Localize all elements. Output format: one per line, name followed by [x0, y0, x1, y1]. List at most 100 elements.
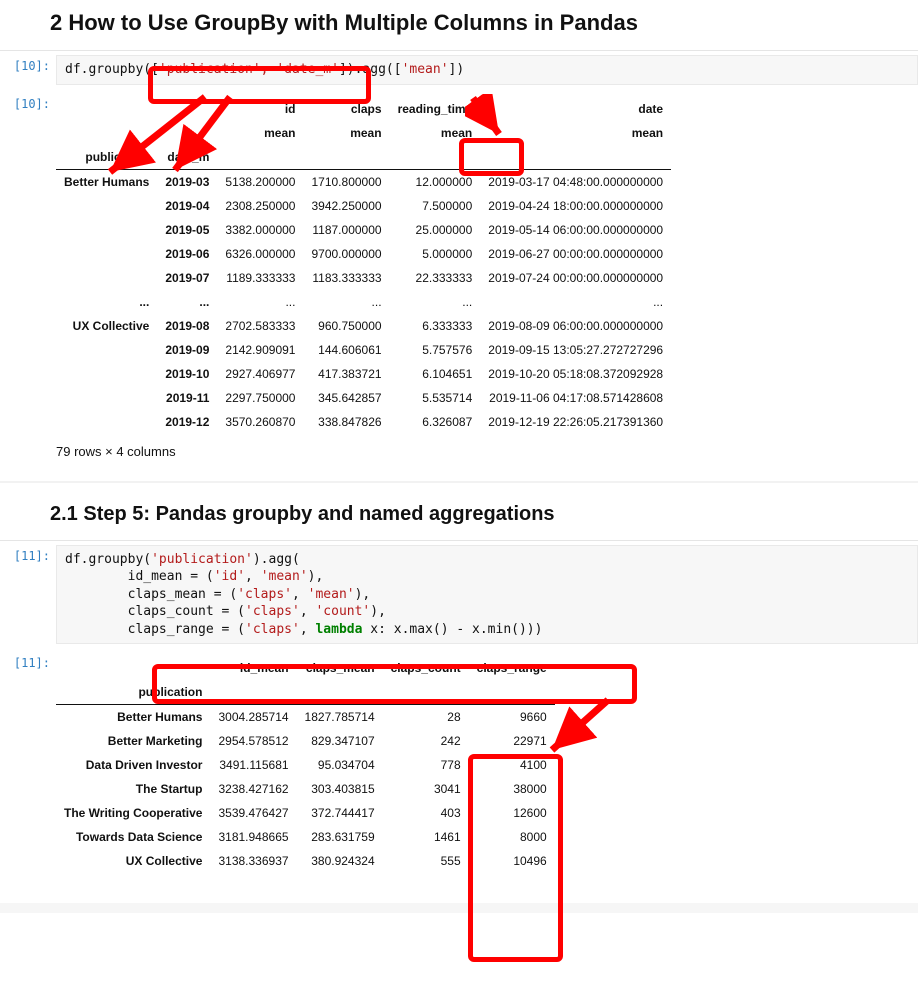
code-string: 'mean' — [308, 587, 355, 602]
cell: 22971 — [469, 729, 555, 753]
row-index: 2019-03 — [157, 169, 217, 194]
cell: 3181.948665 — [210, 825, 296, 849]
cell: 829.347107 — [297, 729, 383, 753]
code-string: 'claps' — [245, 604, 300, 619]
code-text: ]) — [449, 62, 465, 77]
cell: 778 — [383, 753, 469, 777]
section-heading: 2 How to Use GroupBy with Multiple Colum… — [50, 10, 918, 36]
cell: 960.750000 — [303, 314, 389, 338]
col-header: id — [217, 97, 303, 121]
cell: 144.606061 — [303, 338, 389, 362]
code-string: 'publication', 'date_m' — [159, 62, 339, 77]
row-index: Data Driven Investor — [56, 753, 210, 777]
cell: 1710.800000 — [303, 169, 389, 194]
cell: 555 — [383, 849, 469, 873]
code-block[interactable]: df.groupby(['publication', 'date_m']).ag… — [56, 55, 918, 85]
cell: 4100 — [469, 753, 555, 777]
cell: 372.744417 — [297, 801, 383, 825]
cell: 2308.250000 — [217, 194, 303, 218]
cell: 8000 — [469, 825, 555, 849]
ellipsis: ... — [303, 290, 389, 314]
row-index: Better Humans — [56, 705, 210, 730]
col-header: claps_range — [469, 656, 555, 680]
code-block[interactable]: df.groupby('publication').agg( id_mean =… — [56, 545, 918, 645]
cell: 2019-04-24 18:00:00.000000000 — [480, 194, 671, 218]
col-subheader: mean — [303, 121, 389, 145]
code-text: df.groupby( — [65, 552, 151, 567]
col-header: id_mean — [210, 656, 296, 680]
row-index — [56, 218, 157, 242]
cell: 28 — [383, 705, 469, 730]
cell: 3491.115681 — [210, 753, 296, 777]
index-header: date_m — [157, 145, 217, 170]
col-subheader: mean — [390, 121, 481, 145]
cell: 2927.406977 — [217, 362, 303, 386]
cell: 3942.250000 — [303, 194, 389, 218]
code-string: 'claps' — [245, 622, 300, 637]
cell: 2019-06-27 00:00:00.000000000 — [480, 242, 671, 266]
divider — [0, 903, 918, 913]
ellipsis: ... — [157, 290, 217, 314]
row-index — [56, 362, 157, 386]
dataframe-table: id_mean claps_mean claps_count claps_ran… — [56, 656, 555, 873]
ellipsis: ... — [480, 290, 671, 314]
code-string: 'claps' — [237, 587, 292, 602]
cell: 2019-08-09 06:00:00.000000000 — [480, 314, 671, 338]
cell: 338.847826 — [303, 410, 389, 434]
col-header — [157, 97, 217, 121]
cell: 3539.476427 — [210, 801, 296, 825]
cell: 3004.285714 — [210, 705, 296, 730]
row-index: 2019-10 — [157, 362, 217, 386]
row-index: 2019-11 — [157, 386, 217, 410]
cell: 2954.578512 — [210, 729, 296, 753]
col-subheader — [56, 121, 157, 145]
code-text: ), — [355, 587, 371, 602]
shape-note: 79 rows × 4 columns — [56, 444, 918, 459]
row-index: 2019-09 — [157, 338, 217, 362]
row-index: UX Collective — [56, 314, 157, 338]
code-text: , — [300, 604, 316, 619]
col-subheader — [157, 121, 217, 145]
cell: 1187.000000 — [303, 218, 389, 242]
code-text: ]).agg([ — [339, 62, 402, 77]
cell: 2019-10-20 05:18:08.372092928 — [480, 362, 671, 386]
ellipsis: ... — [390, 290, 481, 314]
code-string: 'mean' — [261, 569, 308, 584]
ellipsis: ... — [217, 290, 303, 314]
subsection-heading: 2.1 Step 5: Pandas groupby and named agg… — [50, 503, 918, 526]
code-text: , — [300, 622, 316, 637]
code-text: ), — [308, 569, 324, 584]
cell: 2019-05-14 06:00:00.000000000 — [480, 218, 671, 242]
row-index: 2019-06 — [157, 242, 217, 266]
col-subheader: mean — [480, 121, 671, 145]
row-index: Towards Data Science — [56, 825, 210, 849]
code-text: claps_mean = ( — [65, 587, 237, 602]
row-index: The Startup — [56, 777, 210, 801]
code-text: df.groupby([ — [65, 62, 159, 77]
cell: 2297.750000 — [217, 386, 303, 410]
row-index — [56, 338, 157, 362]
row-index: Better Humans — [56, 169, 157, 194]
code-text: x: x.max() - x.min())) — [362, 622, 542, 637]
cell: 2142.909091 — [217, 338, 303, 362]
output-area: id claps reading_time date mean mean mea… — [56, 93, 918, 477]
cell: 3138.336937 — [210, 849, 296, 873]
cell: 5138.200000 — [217, 169, 303, 194]
divider — [0, 481, 918, 483]
row-index: 2019-04 — [157, 194, 217, 218]
index-header: publication — [56, 145, 157, 170]
row-index: 2019-08 — [157, 314, 217, 338]
code-text: ), — [370, 604, 386, 619]
cell: 1461 — [383, 825, 469, 849]
cell: 3238.427162 — [210, 777, 296, 801]
row-index: The Writing Cooperative — [56, 801, 210, 825]
dataframe-table: id claps reading_time date mean mean mea… — [56, 97, 671, 434]
code-cell: [11]: df.groupby('publication').agg( id_… — [0, 540, 918, 649]
col-header: claps_count — [383, 656, 469, 680]
cell: 3382.000000 — [217, 218, 303, 242]
col-header — [56, 656, 210, 680]
col-header: claps_mean — [297, 656, 383, 680]
row-index — [56, 386, 157, 410]
output-cell: [10]: id claps reading_time date mean me… — [0, 89, 918, 481]
index-header — [217, 145, 303, 170]
